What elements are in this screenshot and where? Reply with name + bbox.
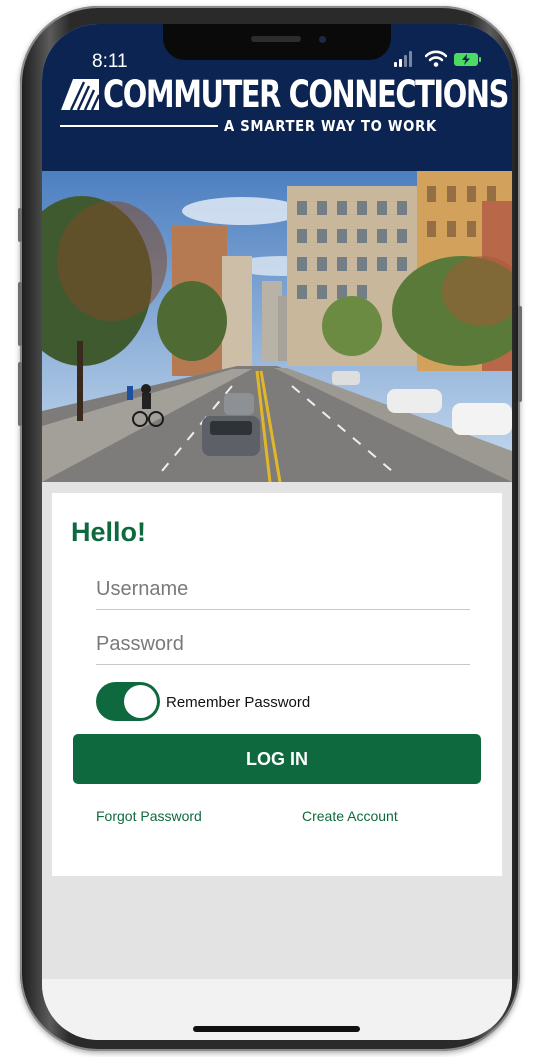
forgot-password-link[interactable]: Forgot Password bbox=[96, 808, 202, 824]
username-input[interactable] bbox=[96, 569, 470, 610]
battery-charging-icon bbox=[454, 53, 478, 66]
remember-password-toggle[interactable] bbox=[96, 682, 160, 721]
wifi-icon bbox=[425, 50, 447, 67]
status-time: 8:11 bbox=[92, 51, 128, 72]
app-screen: 8:11 COMMUTER CONNECTIONS ® A SMARTER WA… bbox=[42, 24, 512, 1040]
toggle-knob bbox=[124, 685, 157, 718]
login-button[interactable]: LOG IN bbox=[73, 734, 481, 784]
status-icons bbox=[392, 50, 492, 71]
volume-down-button bbox=[18, 362, 22, 426]
front-camera bbox=[319, 36, 326, 43]
remember-password-label: Remember Password bbox=[166, 694, 311, 711]
home-indicator[interactable] bbox=[193, 1026, 360, 1032]
password-input[interactable] bbox=[96, 624, 470, 665]
notch bbox=[163, 24, 391, 60]
greeting-heading: Hello! bbox=[71, 517, 147, 547]
speaker-grille bbox=[251, 36, 301, 42]
signal-icon bbox=[394, 51, 416, 67]
logo-mark-icon bbox=[61, 79, 99, 111]
brand-logo: COMMUTER CONNECTIONS ® bbox=[59, 73, 509, 116]
login-card: Hello! Remember Password LOG IN Forgot P… bbox=[52, 493, 502, 876]
registered-mark: ® bbox=[491, 99, 497, 108]
hero-street-photo bbox=[42, 171, 512, 482]
tagline: A SMARTER WAY TO WORK bbox=[224, 117, 437, 135]
power-button bbox=[518, 306, 522, 402]
app-header: 8:11 COMMUTER CONNECTIONS ® A SMARTER WA… bbox=[42, 24, 512, 171]
create-account-link[interactable]: Create Account bbox=[302, 808, 398, 824]
volume-up-button bbox=[18, 282, 22, 346]
silent-switch bbox=[18, 208, 22, 242]
battery-tip bbox=[479, 57, 481, 62]
brand-name: COMMUTER CONNECTIONS bbox=[103, 73, 509, 116]
tagline-rule bbox=[60, 125, 218, 127]
